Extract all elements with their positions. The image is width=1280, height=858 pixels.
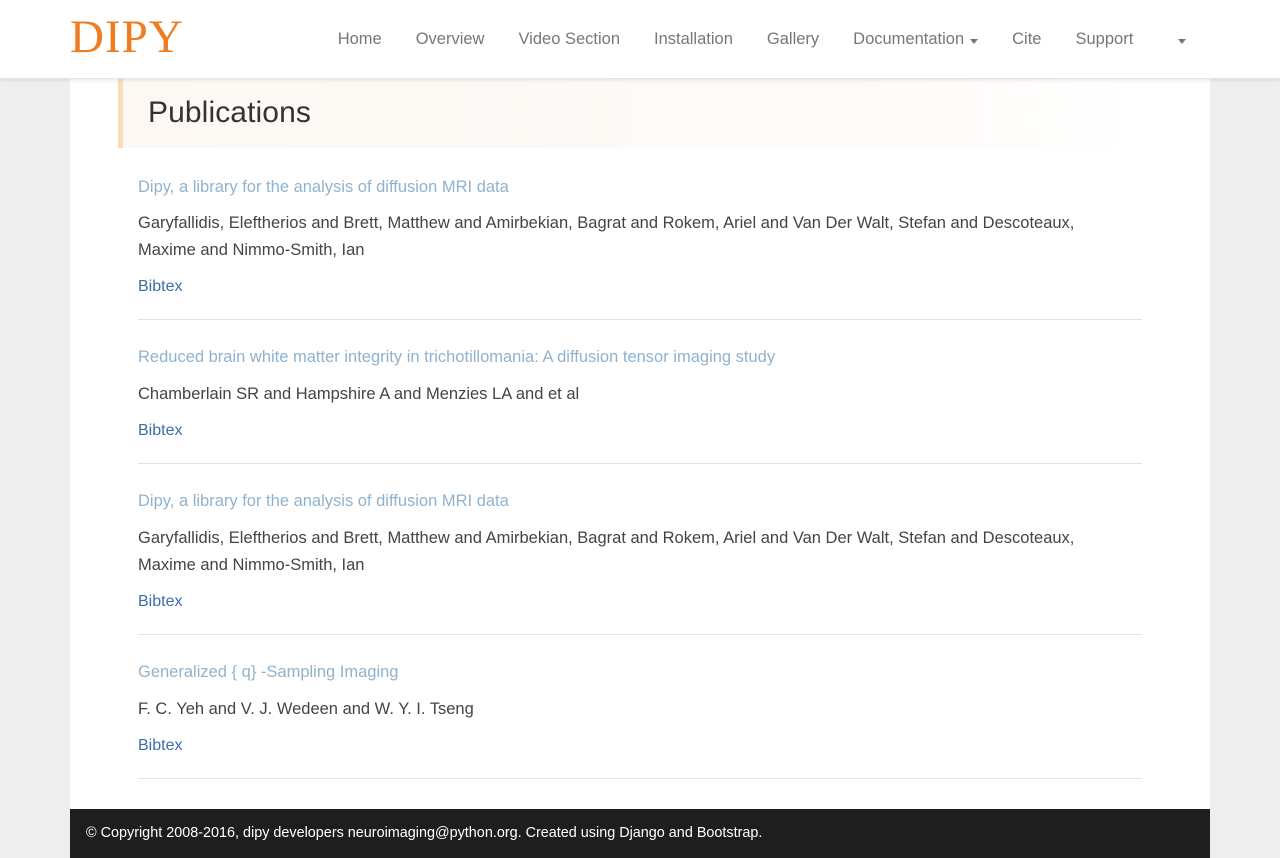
list-item: Reduced brain white matter integrity in … bbox=[138, 320, 1142, 465]
page-title-block: Publications bbox=[118, 79, 1140, 148]
page-background: Publications Dipy, a library for the ana… bbox=[0, 79, 1280, 858]
list-item: Dipy, a library for the analysis of diff… bbox=[138, 464, 1142, 636]
footer-copyright-text: © Copyright 2008-2016, dipy developers n… bbox=[86, 825, 763, 842]
nav-label: Home bbox=[337, 29, 382, 48]
nav-item-overview[interactable]: Overview bbox=[399, 0, 502, 79]
nav-item-video-section[interactable]: Video Section bbox=[501, 0, 637, 79]
list-item: Generalized { q} -Sampling Imaging F. C.… bbox=[138, 635, 1142, 780]
nav-item-documentation[interactable]: Documentation bbox=[836, 0, 995, 79]
chevron-down-icon bbox=[1178, 38, 1187, 44]
publication-authors: Garyfallidis, Eleftherios and Brett, Mat… bbox=[138, 529, 1075, 574]
bibtex-link[interactable]: Bibtex bbox=[138, 420, 182, 442]
nav-label: Installation bbox=[654, 29, 733, 48]
bibtex-link[interactable]: Bibtex bbox=[138, 591, 182, 613]
publication-authors: Garyfallidis, Eleftherios and Brett, Mat… bbox=[138, 214, 1075, 260]
nav-item-more-dropdown[interactable] bbox=[1150, 0, 1200, 79]
nav-label: Overview bbox=[415, 29, 485, 48]
page-title: Publications bbox=[148, 96, 311, 129]
publications-list: Dipy, a library for the analysis of diff… bbox=[70, 148, 1210, 780]
nav-item-cite[interactable]: Cite bbox=[995, 0, 1058, 79]
content-container: Publications Dipy, a library for the ana… bbox=[70, 79, 1210, 810]
publication-title-link[interactable]: Generalized { q} -Sampling Imaging bbox=[138, 661, 1142, 685]
chevron-down-icon bbox=[970, 38, 979, 44]
publication-title-link[interactable]: Dipy, a library for the analysis of diff… bbox=[138, 490, 1142, 514]
nav-item-support[interactable]: Support bbox=[1058, 0, 1150, 79]
top-navbar: DIPY Home Overview Video Section Install… bbox=[0, 0, 1280, 79]
primary-navigation: Home Overview Video Section Installation… bbox=[321, 0, 1201, 79]
nav-label: Gallery bbox=[766, 29, 820, 48]
nav-label: Cite bbox=[1012, 29, 1042, 48]
publication-title-link[interactable]: Dipy, a library for the analysis of diff… bbox=[138, 176, 1142, 200]
publication-title-link[interactable]: Reduced brain white matter integrity in … bbox=[138, 346, 1142, 370]
nav-label: Support bbox=[1075, 29, 1134, 48]
list-item: Dipy, a library for the analysis of diff… bbox=[138, 148, 1142, 321]
bibtex-link[interactable]: Bibtex bbox=[138, 735, 182, 757]
nav-label: Documentation bbox=[853, 29, 965, 48]
nav-item-gallery[interactable]: Gallery bbox=[750, 0, 836, 79]
publication-authors: Chamberlain SR and Hampshire A and Menzi… bbox=[138, 385, 580, 404]
nav-label: Video Section bbox=[518, 29, 620, 48]
nav-item-installation[interactable]: Installation bbox=[637, 0, 750, 79]
site-footer: © Copyright 2008-2016, dipy developers n… bbox=[70, 809, 1210, 858]
nav-item-home[interactable]: Home bbox=[321, 0, 399, 79]
publication-authors: F. C. Yeh and V. J. Wedeen and W. Y. I. … bbox=[138, 699, 474, 718]
bibtex-link[interactable]: Bibtex bbox=[138, 276, 182, 298]
brand-logo-dipy[interactable]: DIPY bbox=[70, 13, 184, 65]
